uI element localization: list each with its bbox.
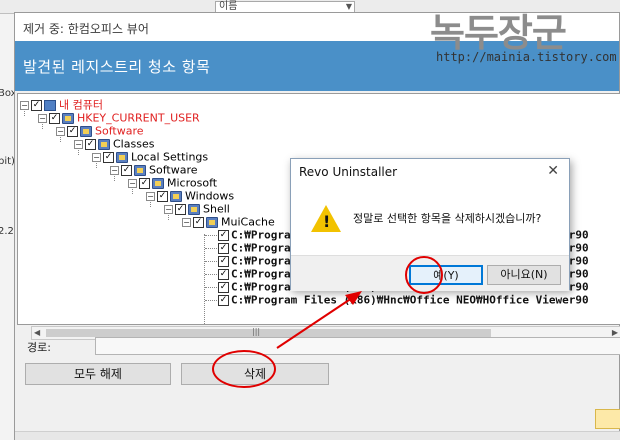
annotation-arrow [276,291,362,349]
screenshot-root: 이름 ▼ Box bit) 2.2 제거 중: 한컴오피스 뷰어 발견된 레지스… [0,0,620,440]
